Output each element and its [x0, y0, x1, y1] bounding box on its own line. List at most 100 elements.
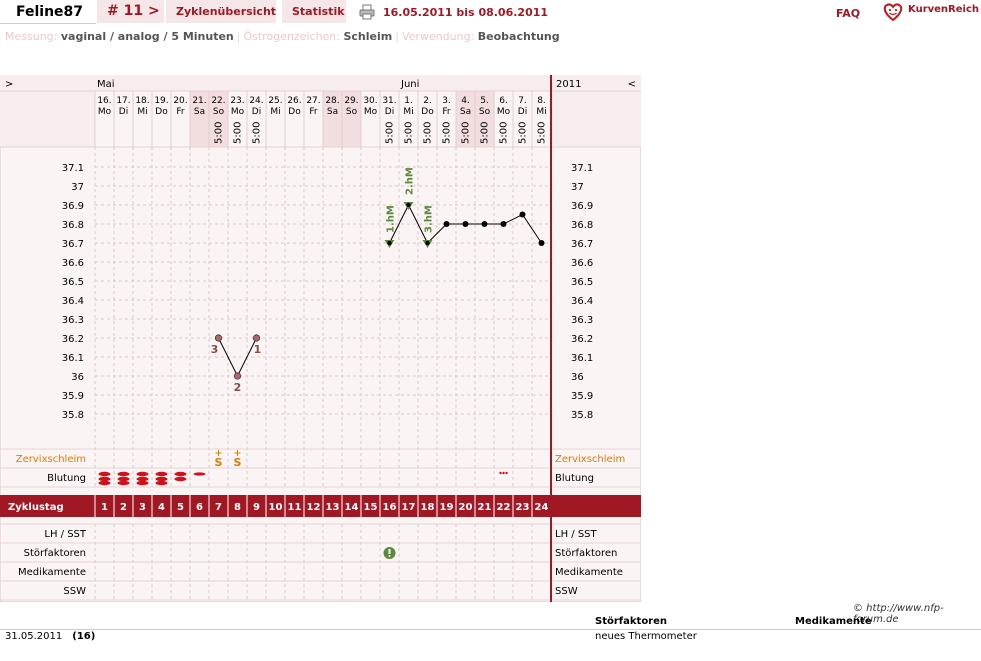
- cycle-day-number: 7: [215, 502, 222, 513]
- bleeding-mark: [155, 480, 168, 486]
- temperature-point-low: [252, 334, 261, 342]
- day-time: 5:00: [233, 122, 244, 144]
- temperature-point: [500, 221, 507, 227]
- cycle-day-number: 5: [177, 502, 184, 513]
- cycle-number: # 11 >: [107, 3, 160, 19]
- temperature-chart: > <2011 Mai Juni 16. Mo 17. Di 18. Mi 19. Do 20. Fr 21…: [0, 74, 642, 603]
- row-label-lh-right: LH / SST: [555, 529, 598, 540]
- brand-name[interactable]: KurvenReich: [908, 4, 979, 15]
- day-weekday: Di: [119, 107, 128, 117]
- day-time: 5:00: [423, 122, 434, 144]
- y-tick-left: 36.5: [62, 277, 84, 288]
- bleeding-mark: [117, 480, 130, 486]
- low-point-label: 2: [234, 381, 242, 394]
- tab-cycle-overview[interactable]: Zyklenübersicht: [166, 0, 276, 23]
- cycle-day-number: 9: [253, 502, 260, 513]
- header-left: [0, 91, 95, 147]
- header-right: [551, 91, 641, 147]
- row-label-medication-right: Medikamente: [555, 567, 623, 578]
- cycle-day-number: 14: [345, 502, 359, 513]
- month-label: Mai: [97, 79, 115, 90]
- cycle-day-number: 8: [234, 502, 241, 513]
- day-date: 8.: [537, 96, 546, 106]
- day-date: 27.: [306, 96, 320, 106]
- y-tick-right: 36: [571, 372, 584, 383]
- row-label-cervix-right: Zervixschleim: [555, 454, 625, 465]
- day-time: 5:00: [385, 122, 396, 144]
- y-tick-left: 36: [71, 372, 84, 383]
- cycle-day-number: 24: [535, 502, 549, 513]
- day-time: 5:00: [252, 122, 263, 144]
- y-tick-left: 36.6: [62, 258, 84, 269]
- row-label-bleeding-right: Blutung: [555, 473, 594, 484]
- bleeding-mark: [117, 476, 130, 482]
- day-date: 29.: [344, 96, 358, 106]
- usage-label: Verwendung:: [401, 30, 475, 43]
- day-date: 28.: [325, 96, 339, 106]
- day-weekday: So: [479, 107, 491, 117]
- nav-next: <: [628, 79, 636, 90]
- day-date: 31.: [382, 96, 396, 106]
- temperature-point-low: [214, 334, 223, 342]
- y-tick-right: 36.7: [571, 239, 593, 250]
- high-point-label: 3.hM: [424, 205, 435, 233]
- day-weekday: Sa: [460, 107, 471, 117]
- bleeding-mark: [193, 472, 206, 476]
- day-weekday: Mo: [231, 107, 245, 117]
- day-weekday: Do: [421, 107, 434, 117]
- cycle-day-number: 20: [459, 502, 473, 513]
- day-weekday: Mi: [137, 107, 147, 117]
- y-tick-left: 36.3: [62, 315, 84, 326]
- cycle-day-number: 12: [307, 502, 321, 513]
- cycle-number-button[interactable]: # 11 >: [97, 0, 164, 23]
- day-date: 7.: [518, 96, 527, 106]
- day-time: 5:00: [499, 122, 510, 144]
- temperature-point: [519, 211, 526, 218]
- measurement-info: Messung: vaginal / analog / 5 Minuten | Ös…: [5, 30, 560, 43]
- divider: [0, 629, 981, 630]
- day-date: 5.: [480, 96, 489, 106]
- estrogen-label: Östrogenzeichen:: [243, 30, 340, 43]
- note-entry-date: 31.05.2011 (16): [5, 631, 95, 642]
- day-weekday: Sa: [194, 107, 205, 117]
- tab-statistics[interactable]: Statistik: [282, 0, 346, 23]
- low-point-label: 1: [254, 343, 262, 356]
- y-tick-right: 36.3: [571, 315, 593, 326]
- y-tick-right: 35.9: [571, 391, 593, 402]
- month-label: Juni: [400, 79, 419, 90]
- date-range: 16.05.2011 bis 08.06.2011: [383, 6, 549, 19]
- row-label-cervix: Zervixschleim: [16, 454, 86, 465]
- copyright[interactable]: © http://www.nfp-forum.de: [853, 603, 981, 625]
- row-label-bleeding: Blutung: [47, 473, 86, 484]
- heart-face-icon[interactable]: [882, 2, 904, 22]
- y-tick-right: 36.9: [571, 201, 593, 212]
- temperature-point: [462, 221, 469, 227]
- spotting-dot: [499, 471, 502, 475]
- temperature-point: [425, 240, 430, 246]
- day-date: 6.: [499, 96, 508, 106]
- day-date: 19.: [154, 96, 168, 106]
- temperature-point-low: [233, 372, 242, 380]
- y-tick-left: 35.9: [62, 391, 84, 402]
- cycle-day-number: 15: [364, 502, 378, 513]
- temperature-point: [538, 240, 545, 246]
- y-tick-left: 36.4: [62, 296, 84, 307]
- faq-link[interactable]: FAQ: [836, 7, 860, 20]
- high-point-label: 1.hM: [386, 205, 397, 233]
- printer-icon[interactable]: [359, 4, 375, 20]
- cycle-day-number: 10: [269, 502, 283, 513]
- disturbance-icon-bar: [388, 549, 391, 554]
- cycle-day-number: 1: [101, 502, 108, 513]
- day-weekday: Do: [155, 107, 168, 117]
- row-label-ssw-right: SSW: [555, 586, 578, 597]
- temperature-point: [443, 221, 450, 227]
- day-weekday: Mo: [497, 107, 511, 117]
- cycle-day-number: 17: [402, 502, 416, 513]
- y-tick-right: 36.1: [571, 353, 593, 364]
- bleeding-mark: [98, 480, 111, 486]
- row-label-medication: Medikamente: [18, 567, 86, 578]
- measure-label: Messung:: [5, 30, 58, 43]
- day-date: 22.: [211, 96, 225, 106]
- y-tick-left: 36.8: [62, 220, 84, 231]
- day-time: 5:00: [214, 122, 225, 144]
